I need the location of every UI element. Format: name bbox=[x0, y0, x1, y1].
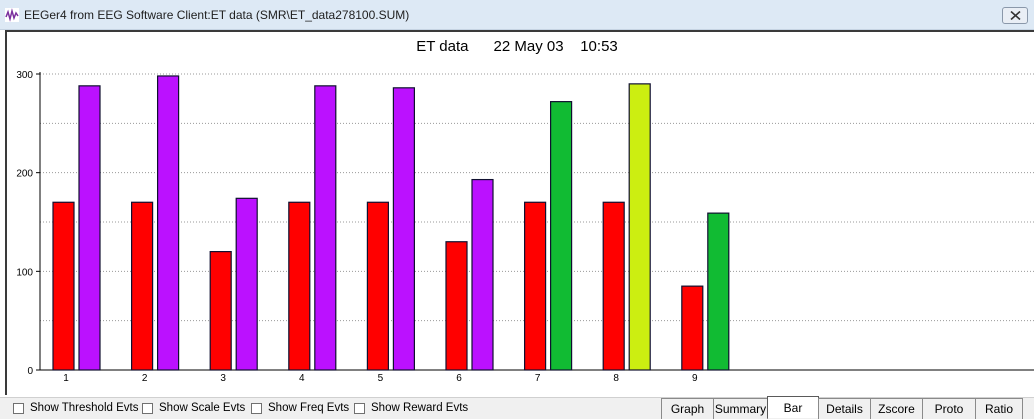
tab-proto[interactable]: Proto bbox=[922, 398, 976, 419]
bar-2-s1 bbox=[131, 201, 154, 371]
show-reward-checkbox[interactable]: Show Reward Evts bbox=[354, 402, 468, 414]
bar-6-s2 bbox=[471, 178, 494, 371]
checkbox-box[interactable] bbox=[142, 402, 153, 414]
session-date: 22 May 03 bbox=[493, 38, 564, 55]
close-icon bbox=[1010, 11, 1021, 20]
show-threshold-checkbox[interactable]: Show Threshold Evts bbox=[13, 402, 138, 414]
bar-7-s2 bbox=[549, 101, 573, 371]
bar-3-s2 bbox=[235, 197, 258, 371]
bar-4-s2 bbox=[314, 85, 337, 371]
x-tick-label: 1 bbox=[63, 373, 69, 384]
show-reward-label: Show Reward Evts bbox=[371, 402, 469, 414]
x-tick-label: 2 bbox=[142, 373, 148, 384]
checkbox-box[interactable] bbox=[354, 402, 365, 414]
y-tick-label: 0 bbox=[27, 366, 33, 377]
tab-ratio[interactable]: Ratio bbox=[975, 398, 1023, 419]
client-name: ET data bbox=[416, 38, 469, 55]
window-title: EEGer4 from EEG Software Client:ET data … bbox=[24, 8, 410, 22]
tab-zscore[interactable]: Zscore bbox=[870, 398, 923, 419]
bar-1-s1 bbox=[52, 201, 75, 371]
show-freq-checkbox[interactable]: Show Freq Evts bbox=[251, 402, 349, 414]
bar-9-s2 bbox=[707, 212, 730, 371]
title-bar: EEGer4 from EEG Software Client:ET data … bbox=[0, 0, 1034, 30]
bar-8-s1 bbox=[602, 201, 625, 371]
show-freq-label: Show Freq Evts bbox=[268, 402, 350, 414]
tab-graph[interactable]: Graph bbox=[661, 398, 714, 419]
tab-summary[interactable]: Summary bbox=[713, 398, 768, 419]
x-tick-label: 6 bbox=[456, 373, 462, 384]
close-button[interactable] bbox=[1002, 7, 1028, 24]
bottom-toolbar: Show Threshold Evts Show Scale Evts Show… bbox=[0, 396, 1034, 420]
x-tick-label: 9 bbox=[692, 373, 698, 384]
frame-top-edge bbox=[5, 30, 1034, 32]
bar-4-s1 bbox=[288, 201, 311, 371]
bar-1-s2 bbox=[78, 85, 101, 371]
y-tick-label: 200 bbox=[16, 169, 33, 180]
checkbox-box[interactable] bbox=[13, 402, 24, 414]
bar-9-s1 bbox=[681, 285, 704, 371]
show-scale-label: Show Scale Evts bbox=[159, 402, 246, 414]
bar-3-s1 bbox=[209, 251, 232, 371]
session-time: 10:53 bbox=[580, 38, 618, 55]
tab-bar[interactable]: Bar bbox=[767, 396, 819, 418]
x-tick-label: 3 bbox=[220, 373, 226, 384]
checkbox-box[interactable] bbox=[251, 402, 262, 414]
tab-details[interactable]: Details bbox=[818, 398, 871, 419]
bar-2-s2 bbox=[157, 75, 180, 371]
x-tick-label: 4 bbox=[299, 373, 305, 384]
show-threshold-label: Show Threshold Evts bbox=[30, 402, 139, 414]
bar-5-s1 bbox=[366, 201, 389, 371]
x-tick-label: 8 bbox=[613, 373, 619, 384]
y-tick-label: 100 bbox=[16, 267, 33, 278]
bar-6-s1 bbox=[445, 241, 468, 371]
chart-header: ET data 22 May 03 10:53 bbox=[0, 38, 1034, 55]
bar-8-s2 bbox=[628, 83, 651, 371]
show-scale-checkbox[interactable]: Show Scale Evts bbox=[142, 402, 245, 414]
view-tabs: Graph Summary Bar Details Zscore Proto R… bbox=[661, 396, 1023, 420]
bar-5-s2 bbox=[392, 87, 415, 371]
bar-chart: 0 100 200 300 1 2 3 4 5 6 7 8 9 bbox=[16, 70, 1034, 384]
y-tick-label: 300 bbox=[16, 70, 33, 81]
x-tick-label: 5 bbox=[378, 373, 384, 384]
x-tick-label: 7 bbox=[535, 373, 541, 384]
bar-7-s1 bbox=[523, 201, 547, 371]
brainwave-icon bbox=[5, 8, 19, 22]
